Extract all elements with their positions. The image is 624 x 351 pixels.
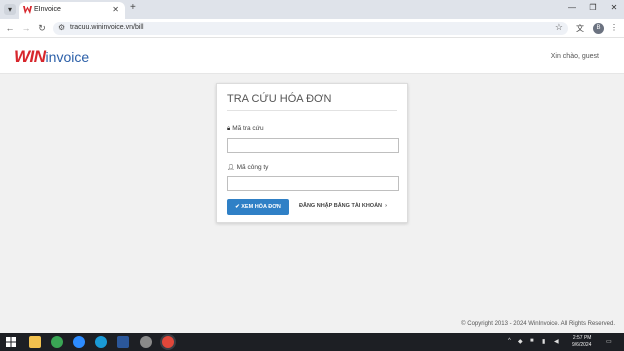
lock-icon: 🔒︎ [227, 126, 231, 132]
app-green-icon[interactable] [51, 336, 63, 348]
lookup-code-input[interactable] [227, 138, 399, 153]
back-icon[interactable]: ← [4, 23, 16, 33]
edge-icon[interactable] [95, 336, 107, 348]
lookup-code-label: 🔒︎ Mã tra cứu [227, 125, 264, 133]
invoice-lookup-card: TRA CỨU HÓA ĐƠN 🔒︎ Mã tra cứu 👤︎ Mã công t… [216, 83, 408, 223]
tab-title: EInvoice [34, 6, 61, 13]
reload-icon[interactable]: ↻ [36, 23, 48, 34]
tray-app-icon[interactable]: ■ [530, 338, 534, 344]
windows-taskbar: ^ ◆ ■ ▮ ◀ 2:57 PM 9/6/2024 ▭ [0, 333, 624, 351]
check-icon: ✔ [235, 204, 240, 210]
wininvoice-logo[interactable]: WINinvoice [14, 47, 90, 66]
address-bar[interactable]: ⚙ tracuu.wininvoice.vn/bill ☆ [53, 22, 568, 35]
translate-icon[interactable]: 文 [576, 23, 584, 34]
taskbar-clock[interactable]: 2:57 PM 9/6/2024 [572, 335, 591, 349]
title-divider [227, 110, 397, 111]
page-title: TRA CỨU HÓA ĐƠN [227, 93, 332, 105]
company-code-label-text: Mã công ty [236, 164, 269, 171]
lookup-code-label-text: Mã tra cứu [232, 125, 264, 132]
chevron-right-icon: › [383, 203, 387, 209]
volume-icon[interactable]: ◀ [554, 338, 559, 345]
url-text[interactable]: tracuu.wininvoice.vn/bill [70, 24, 144, 31]
login-with-account-link[interactable]: ĐĂNG NHẬP BẰNG TÀI KHOẢN › [299, 203, 387, 209]
windows-start-icon[interactable] [6, 337, 16, 347]
view-invoice-label: XEM HÓA ĐƠN [241, 204, 281, 210]
network-icon[interactable]: ▮ [542, 338, 545, 345]
clock-time: 2:57 PM [572, 335, 592, 341]
company-code-label: 👤︎ Mã công ty [227, 164, 268, 171]
logo-win-text: WIN [14, 47, 46, 66]
restore-icon[interactable]: ❐ [583, 3, 603, 12]
tab-search-icon[interactable]: ▾ [4, 4, 16, 15]
notification-icon[interactable]: ▭ [606, 338, 612, 345]
site-info-icon[interactable]: ⚙ [58, 23, 65, 32]
minimize-icon[interactable]: — [562, 3, 582, 12]
view-invoice-button[interactable]: ✔ XEM HÓA ĐƠN [227, 199, 289, 215]
wininvoice-favicon-icon [23, 6, 32, 14]
word-icon[interactable] [117, 336, 129, 348]
close-icon[interactable]: ✕ [112, 5, 119, 14]
tray-app-icon[interactable]: ◆ [518, 338, 523, 345]
app-gray-icon[interactable] [140, 336, 152, 348]
company-code-input[interactable] [227, 176, 399, 191]
login-link-label: ĐĂNG NHẬP BẰNG TÀI KHOẢN [299, 203, 383, 209]
window-close-icon[interactable]: ✕ [604, 3, 624, 12]
chrome-icon[interactable] [162, 336, 174, 348]
site-header: WINinvoice Xin chào, guest [0, 38, 624, 74]
new-tab-button[interactable]: + [130, 2, 136, 13]
browser-tab-strip: ▾ EInvoice ✕ + — ❐ ✕ [0, 0, 624, 19]
user-icon: 👤︎ [227, 165, 235, 171]
browser-tab[interactable]: EInvoice ✕ [19, 2, 125, 19]
menu-icon[interactable]: ⋮ [610, 23, 618, 32]
zoom-icon[interactable] [73, 336, 85, 348]
logo-invoice-text: invoice [45, 49, 90, 65]
file-explorer-icon[interactable] [29, 336, 41, 348]
user-greeting: Xin chào, guest [550, 53, 599, 60]
profile-avatar[interactable]: B [593, 23, 604, 34]
tray-overflow-icon[interactable]: ^ [508, 338, 511, 344]
browser-toolbar: ← → ↻ ⚙ tracuu.wininvoice.vn/bill ☆ 文 B … [0, 19, 624, 38]
forward-icon[interactable]: → [20, 23, 32, 33]
copyright-footer: © Copyright 2013 - 2024 WinInvoice. All … [461, 321, 615, 327]
bookmark-star-icon[interactable]: ☆ [555, 22, 563, 33]
clock-date: 9/6/2024 [572, 342, 592, 348]
